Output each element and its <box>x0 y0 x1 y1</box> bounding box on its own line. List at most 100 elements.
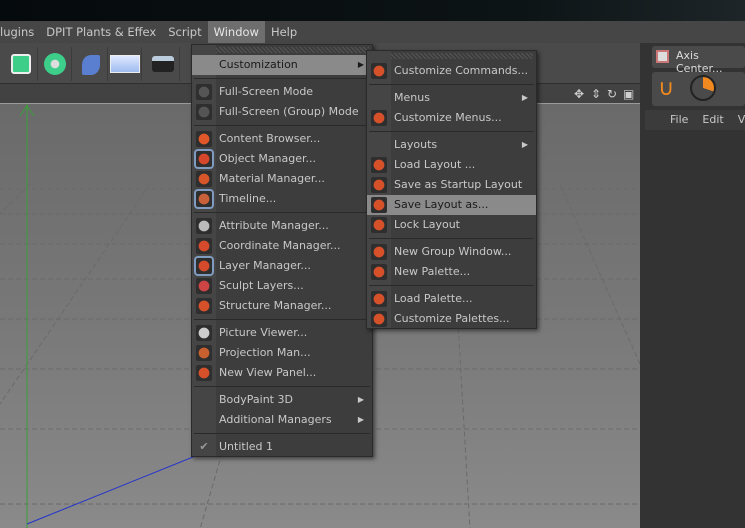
menu-item-new-view-panel[interactable]: New View Panel... <box>192 363 372 383</box>
menu-item-save-layout-as[interactable]: Save Layout as... <box>367 195 536 215</box>
menu-separator <box>192 316 372 323</box>
menu-item-label: Attribute Manager... <box>219 219 329 232</box>
menu-item-label: Full-Screen (Group) Mode <box>219 105 359 118</box>
title-bar <box>0 0 745 21</box>
maximize-view-icon[interactable]: ▣ <box>623 87 634 101</box>
submenu-arrow-icon: ▶ <box>357 415 364 424</box>
menu-item-label: Save as Startup Layout <box>394 178 523 191</box>
menu-item-picture-viewer[interactable]: Picture Viewer... <box>192 323 372 343</box>
menu-item-material-manager[interactable]: Material Manager... <box>192 169 372 189</box>
menu-item-coordinate-manager[interactable]: Coordinate Manager... <box>192 236 372 256</box>
menu-item-customize-commands[interactable]: Customize Commands... <box>367 61 536 81</box>
rotate-view-icon[interactable]: ↻ <box>607 87 617 101</box>
menu-plugins[interactable]: lugins <box>0 21 40 43</box>
menu-item-full-screen-group-mode[interactable]: Full-Screen (Group) Mode <box>192 102 372 122</box>
zoom-view-icon[interactable]: ⇕ <box>591 87 601 101</box>
array-tool-icon[interactable] <box>38 47 72 81</box>
new-palette-icon <box>371 264 387 280</box>
menu-item-label: Layer Manager... <box>219 259 311 272</box>
menu-item-object-manager[interactable]: Object Manager... <box>192 149 372 169</box>
menu-item-layouts[interactable]: Layouts ▶ <box>367 135 536 155</box>
menu-item-label: Sculpt Layers... <box>219 279 304 292</box>
menu-item-label: Material Manager... <box>219 172 325 185</box>
menu-dpit[interactable]: DPIT Plants & Effex <box>40 21 162 43</box>
menu-window[interactable]: Window <box>207 21 265 43</box>
menu-item-customization[interactable]: Customization ▶ <box>192 55 372 75</box>
object-manager-icon <box>194 149 214 169</box>
axis-center-icon <box>656 50 669 63</box>
menu-separator <box>192 75 372 82</box>
picture-viewer-icon <box>196 325 212 341</box>
menu-item-label: Layouts <box>394 138 438 151</box>
menu-grip[interactable] <box>370 53 533 59</box>
menu-item-save-as-startup-layout[interactable]: Save as Startup Layout <box>367 175 536 195</box>
move-view-icon[interactable]: ✥ <box>574 87 584 101</box>
menu-item-label: Customize Commands... <box>394 64 528 77</box>
menu-item-customize-palettes[interactable]: Customize Palettes... <box>367 309 536 329</box>
menu-item-label: Additional Managers <box>219 413 332 426</box>
load-layout-icon <box>371 157 387 173</box>
menu-item-label: New Group Window... <box>394 245 512 258</box>
menu-separator <box>367 81 536 88</box>
camera-tool-icon[interactable] <box>146 47 180 81</box>
right-toolbar: ∪ <box>652 72 745 106</box>
menu-item-sculpt-layers[interactable]: Sculpt Layers... <box>192 276 372 296</box>
menu-item-label: Timeline... <box>219 192 277 205</box>
material-manager-icon <box>196 171 212 187</box>
menu-item-new-palette[interactable]: New Palette... <box>367 262 536 282</box>
menu-item-label: Picture Viewer... <box>219 326 308 339</box>
menu-item-content-browser[interactable]: Content Browser... <box>192 129 372 149</box>
fullscreen-group-icon <box>196 104 212 120</box>
menu-item-label: Projection Man... <box>219 346 311 359</box>
menu-edit[interactable]: Edit <box>702 110 723 130</box>
menu-item-timeline[interactable]: Timeline... <box>192 189 372 209</box>
menu-separator <box>367 282 536 289</box>
magnet-icon[interactable]: ∪ <box>658 76 674 101</box>
attribute-manager-icon <box>196 218 212 234</box>
menu-item-untitled-1[interactable]: ✔ Untitled 1 <box>192 437 372 457</box>
menu-item-label: Customization <box>219 58 298 71</box>
submenu-arrow-icon: ▶ <box>521 93 528 102</box>
menu-item-label: New Palette... <box>394 265 471 278</box>
save-startup-layout-icon <box>371 177 387 193</box>
menu-item-label: Menus <box>394 91 430 104</box>
menu-item-new-group-window[interactable]: New Group Window... <box>367 242 536 262</box>
view-panel-icon <box>196 365 212 381</box>
menu-item-projection-man[interactable]: Projection Man... <box>192 343 372 363</box>
menu-item-structure-manager[interactable]: Structure Manager... <box>192 296 372 316</box>
floor-tool-icon[interactable] <box>108 47 142 81</box>
menu-item-customize-menus[interactable]: Customize Menus... <box>367 108 536 128</box>
menu-item-label: Full-Screen Mode <box>219 85 314 98</box>
save-layout-icon <box>371 197 387 213</box>
lock-layout-icon <box>371 217 387 233</box>
menu-item-label: Customize Menus... <box>394 111 502 124</box>
menu-item-lock-layout[interactable]: Lock Layout <box>367 215 536 235</box>
menu-item-load-palette[interactable]: Load Palette... <box>367 289 536 309</box>
snap-icon[interactable] <box>690 75 716 101</box>
menu-script[interactable]: Script <box>162 21 207 43</box>
menu-item-menus[interactable]: Menus ▶ <box>367 88 536 108</box>
menu-file[interactable]: File <box>670 110 688 130</box>
menu-item-label: Customize Palettes... <box>394 312 510 325</box>
menu-item-bodypaint-3d[interactable]: BodyPaint 3D ▶ <box>192 390 372 410</box>
menu-separator <box>367 128 536 135</box>
checkmark-icon: ✔ <box>199 440 209 453</box>
menu-item-load-layout[interactable]: Load Layout ... <box>367 155 536 175</box>
menu-view[interactable]: Vi <box>738 110 745 130</box>
menu-item-label: Lock Layout <box>394 218 460 231</box>
menu-item-full-screen-mode[interactable]: Full-Screen Mode <box>192 82 372 102</box>
axis-center-button[interactable]: Axis Center... <box>652 46 745 75</box>
menu-item-label: BodyPaint 3D <box>219 393 293 406</box>
right-menu-bar: File Edit Vi <box>645 110 745 130</box>
cube-tool-icon[interactable] <box>4 47 38 81</box>
customize-menus-icon <box>371 110 387 126</box>
menu-item-additional-managers[interactable]: Additional Managers ▶ <box>192 410 372 430</box>
menu-item-layer-manager[interactable]: Layer Manager... <box>192 256 372 276</box>
menu-item-attribute-manager[interactable]: Attribute Manager... <box>192 216 372 236</box>
menu-bar: lugins DPIT Plants & Effex Script Window… <box>0 21 745 43</box>
menu-help[interactable]: Help <box>265 21 303 43</box>
menu-separator <box>192 209 372 216</box>
submenu-arrow-icon: ▶ <box>357 395 364 404</box>
menu-grip[interactable] <box>195 47 369 53</box>
nurbs-tool-icon[interactable] <box>74 47 108 81</box>
